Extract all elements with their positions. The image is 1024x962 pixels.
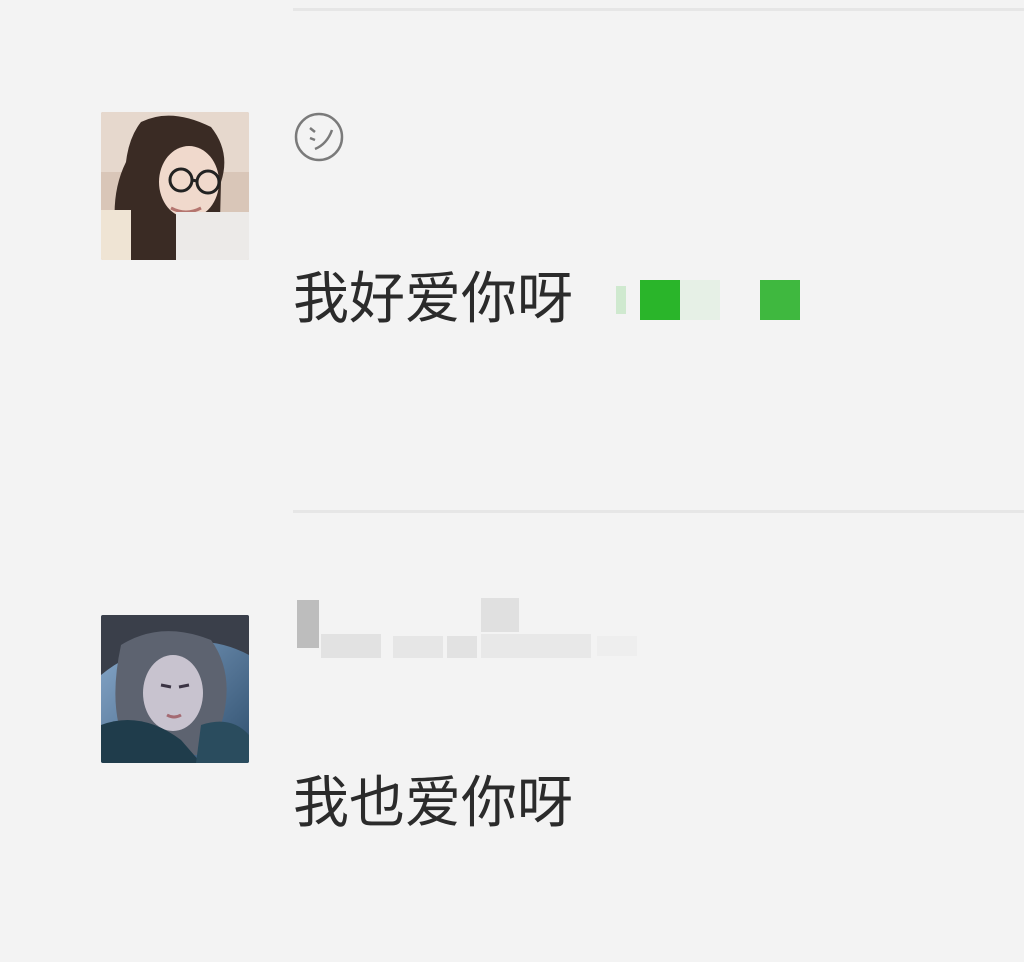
female-avatar-icon (101, 112, 249, 260)
message-text: 我也爱你呀 (293, 771, 573, 836)
message-divider (293, 8, 1024, 11)
message-text: 我好爱你呀 (293, 267, 573, 332)
redacted-emoji (614, 280, 804, 320)
avatar[interactable] (101, 112, 249, 260)
message-divider (293, 510, 1024, 513)
smile-icon (293, 111, 345, 163)
obscured-sender-name (297, 598, 642, 663)
avatar[interactable] (101, 615, 249, 763)
male-avatar-icon (101, 615, 249, 763)
